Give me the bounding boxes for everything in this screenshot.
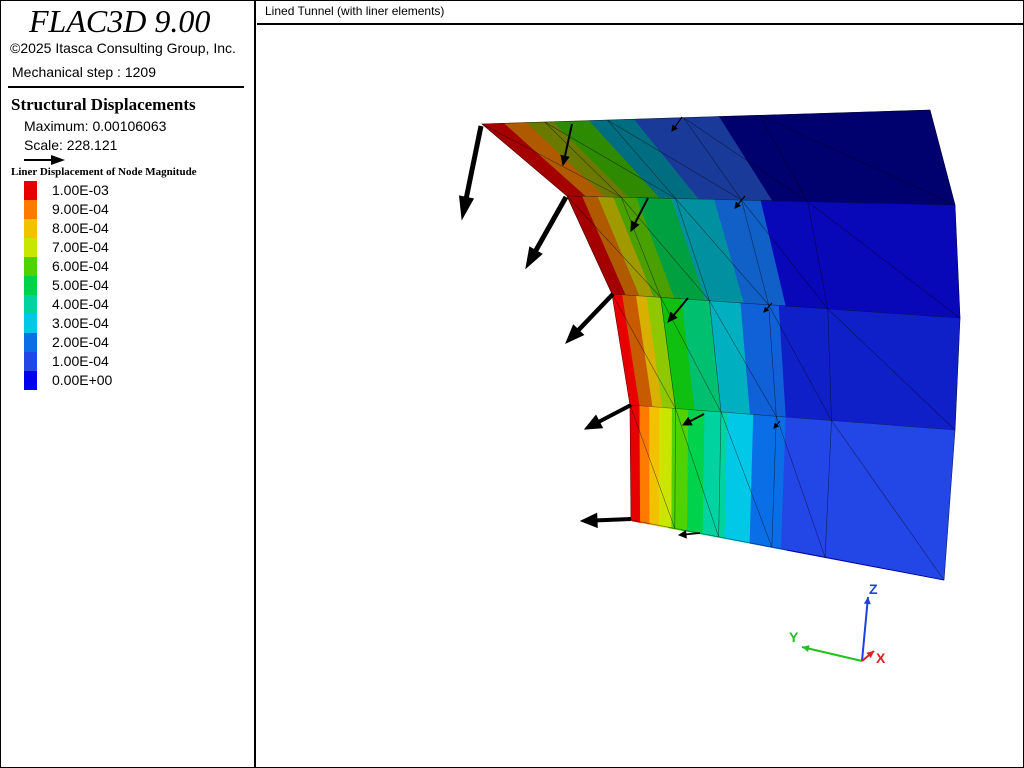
legend-swatch: [24, 238, 37, 257]
legend-label: 8.00E-04: [52, 220, 109, 236]
legend-label: 9.00E-04: [52, 201, 109, 217]
contour-band: [639, 405, 651, 524]
displacement-arrowhead: [579, 512, 598, 529]
scale-arrow-icon: [24, 155, 65, 165]
contour-band: [658, 406, 673, 529]
displacement-arrowhead: [583, 414, 604, 430]
displacement-arrow: [463, 125, 484, 198]
displacement-arrow: [685, 532, 701, 536]
legend-swatch: [24, 200, 37, 219]
contour-band: [724, 412, 754, 544]
legend-swatch: [24, 181, 37, 200]
contour-band: [778, 305, 961, 431]
legend-label: 3.00E-04: [52, 315, 109, 331]
legend-label: 1.00E-04: [52, 353, 109, 369]
legend-swatch: [24, 295, 37, 314]
legend-swatch: [24, 333, 37, 352]
legend-swatch: [24, 257, 37, 276]
axis-line: [801, 646, 863, 662]
plot-title: Structural Displacements: [11, 95, 196, 114]
legend-label: 6.00E-04: [52, 258, 109, 274]
scale-value: Scale: 228.121: [24, 137, 118, 153]
view-header: Lined Tunnel (with liner elements): [257, 0, 1023, 25]
copyright-text: ©2025 Itasca Consulting Group, Inc.: [10, 40, 236, 56]
legend-swatch: [24, 219, 37, 238]
contour-band: [687, 409, 706, 535]
axis-triad: Z Y X: [789, 581, 886, 666]
contour-band: [749, 414, 787, 550]
app-title: FLAC3D 9.00: [29, 3, 211, 39]
axis-label-x: X: [876, 650, 886, 666]
legend-swatch: [24, 314, 37, 333]
legend-swatch: [24, 276, 37, 295]
displacement-arrowhead: [458, 195, 475, 221]
axis-label-z: Z: [869, 581, 878, 597]
legend-label: 4.00E-04: [52, 296, 109, 312]
divider: [8, 86, 244, 88]
displacement-arrow: [596, 517, 632, 523]
contour-band: [760, 200, 961, 319]
liner-model-plot[interactable]: Z Y X: [257, 25, 1023, 767]
displacement-arrowhead: [677, 529, 687, 539]
contour-band: [780, 416, 956, 581]
view-title: Lined Tunnel (with liner elements): [265, 4, 445, 18]
legend-swatch: [24, 352, 37, 371]
legend-label: 2.00E-04: [52, 334, 109, 350]
model-viewport[interactable]: Z Y X: [257, 25, 1023, 767]
legend-label: 1.00E-03: [52, 182, 109, 198]
displacement-arrow: [533, 195, 569, 252]
legend-label: 0.00E+00: [52, 372, 113, 388]
maximum-value: Maximum: 0.00106063: [24, 118, 167, 134]
liner-contour-fills: [481, 109, 961, 581]
displacement-arrow: [576, 292, 615, 332]
contour-band: [671, 407, 689, 532]
axis-arrowhead: [802, 645, 810, 652]
axis-arrowhead: [863, 597, 871, 605]
displacement-arrow: [598, 403, 632, 424]
legend-swatch: [24, 371, 37, 390]
axis-line: [861, 596, 869, 662]
axis-label-y: Y: [789, 629, 799, 645]
mechanical-step-text: Mechanical step : 1209: [12, 64, 156, 80]
legend-panel: FLAC3D 9.00 ©2025 Itasca Consulting Grou…: [0, 0, 256, 768]
displacement-arrowhead: [525, 246, 543, 270]
legend-label: 5.00E-04: [52, 277, 109, 293]
legend-title: Liner Displacement of Node Magnitude: [11, 166, 197, 178]
contour-band: [629, 404, 641, 523]
contour-band: [649, 406, 660, 526]
contour-band: [702, 410, 728, 539]
legend-label: 7.00E-04: [52, 239, 109, 255]
